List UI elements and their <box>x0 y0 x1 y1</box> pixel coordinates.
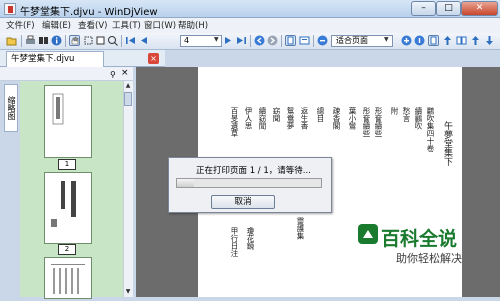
watermark-subtitle: 助你轻松解决 <box>396 252 462 265</box>
print-icon[interactable] <box>25 35 36 46</box>
close-window-button[interactable]: ✕ <box>461 1 498 16</box>
page-heading: 午夢堂集下 <box>442 121 452 166</box>
facing-pages-icon[interactable] <box>456 35 467 46</box>
thumbnails-tab[interactable]: 缩略图 <box>4 84 18 132</box>
actual-size-icon[interactable] <box>414 35 425 46</box>
watermark-title: 百科全说 <box>381 228 458 250</box>
page-dropdown-icon[interactable]: ▼ <box>214 36 219 43</box>
page-text-column: 窈聞 <box>272 107 281 122</box>
sidebar-close-icon[interactable]: × <box>121 68 129 78</box>
hand-icon[interactable] <box>69 35 80 46</box>
page-text-column: 伊人思 <box>244 107 253 130</box>
page-text-column: 百旻遺草 <box>230 107 239 137</box>
select-icon[interactable] <box>83 35 94 46</box>
watermark-logo-icon <box>358 224 378 247</box>
page-text-column: 疎香閣 <box>332 107 341 130</box>
scroll-up-arrow-icon[interactable]: ▲ <box>124 82 132 90</box>
page-text-column: 返生香 <box>300 107 309 130</box>
window-title: 午梦堂集下.djvu - WinDjView <box>20 7 158 18</box>
rect-select-icon[interactable] <box>95 35 106 46</box>
first-page-icon[interactable] <box>125 35 136 46</box>
thumbnail-page-3[interactable] <box>44 257 92 299</box>
menu-view[interactable]: 查看(V) <box>78 19 107 31</box>
page-text-column: 甲行日注 <box>230 227 239 257</box>
menu-help[interactable]: 帮助(H) <box>178 19 208 31</box>
menu-edit[interactable]: 编辑(E) <box>42 19 71 31</box>
page-text-column: 彤奩續些 <box>362 107 371 137</box>
rotate-right-icon[interactable] <box>470 35 481 46</box>
last-page-icon[interactable] <box>236 35 247 46</box>
thumbnail-page-1[interactable] <box>44 85 92 158</box>
progress-bar <box>176 178 322 188</box>
toolbar-separator <box>250 35 251 47</box>
zoom-rect-icon[interactable] <box>107 35 118 46</box>
menu-tools[interactable]: 工具(T) <box>112 19 141 31</box>
zoom-dropdown-icon[interactable]: ▼ <box>384 36 389 43</box>
page-text-column: 鴛鴦夢 <box>286 107 295 130</box>
info-icon[interactable] <box>51 35 62 46</box>
fit-page-icon[interactable] <box>285 35 296 46</box>
menu-bar <box>0 18 500 33</box>
scrollbar-thumb[interactable] <box>124 92 132 106</box>
progress-fill <box>177 179 195 187</box>
maximize-button[interactable]: □ <box>436 1 461 16</box>
page-text-column: 形奩續些 <box>374 107 383 137</box>
fit-width-icon[interactable] <box>299 35 310 46</box>
app-icon[interactable] <box>4 3 16 15</box>
zoom-out-icon[interactable] <box>317 35 328 46</box>
page-text-column: 靈護集 <box>296 217 305 240</box>
dialog-message: 正在打印页面 1 / 1，请等待... <box>196 166 311 176</box>
toolbar-separator <box>65 35 66 47</box>
page-text-column: 瓊花鏡 <box>246 227 255 250</box>
page-text-column: 續窈聞 <box>258 107 267 130</box>
thumbnail-number: 1 <box>58 159 76 170</box>
forward-icon[interactable] <box>267 35 278 46</box>
thumbnail-number: 2 <box>58 244 76 255</box>
page-text-column: 愁言 <box>402 107 411 122</box>
continuous-icon[interactable] <box>428 35 439 46</box>
toolbar-separator <box>121 35 122 47</box>
rotate-left-icon[interactable] <box>442 35 453 46</box>
prev-page-icon[interactable] <box>138 35 149 46</box>
pin-icon[interactable]: ⚲ <box>110 70 116 79</box>
toolbar-separator <box>21 35 22 47</box>
zoom-in-icon[interactable] <box>401 35 412 46</box>
fullscreen-icon[interactable] <box>484 35 495 46</box>
thumbnail-list: 1 2 <box>20 81 123 299</box>
toolbar-separator <box>281 35 282 47</box>
toolbar-separator <box>313 35 314 47</box>
sidebar-scrollbar[interactable] <box>123 81 133 297</box>
cancel-button[interactable]: 取消 <box>211 195 275 209</box>
next-page-icon[interactable] <box>223 35 234 46</box>
tab-close-icon[interactable]: × <box>148 53 159 64</box>
open-icon[interactable] <box>6 35 17 46</box>
minimize-button[interactable]: – <box>411 1 436 16</box>
scroll-down-arrow-icon[interactable]: ▼ <box>124 288 132 296</box>
page-text-column: 續鸝吹 <box>414 107 423 130</box>
page-text-column: 鸝吹集四十卷 <box>426 107 435 152</box>
back-icon[interactable] <box>254 35 265 46</box>
menu-window[interactable]: 窗口(W) <box>144 19 176 31</box>
menu-file[interactable]: 文件(F) <box>6 19 35 31</box>
page-text-column: 葉小鸞 <box>348 107 357 130</box>
find-icon[interactable] <box>38 35 49 46</box>
document-tab[interactable]: 午梦堂集下.djvu <box>6 51 104 67</box>
thumbnail-page-2[interactable] <box>44 172 92 244</box>
page-text-column: 總目 <box>316 107 325 122</box>
page-text-column: 附 <box>390 107 399 115</box>
